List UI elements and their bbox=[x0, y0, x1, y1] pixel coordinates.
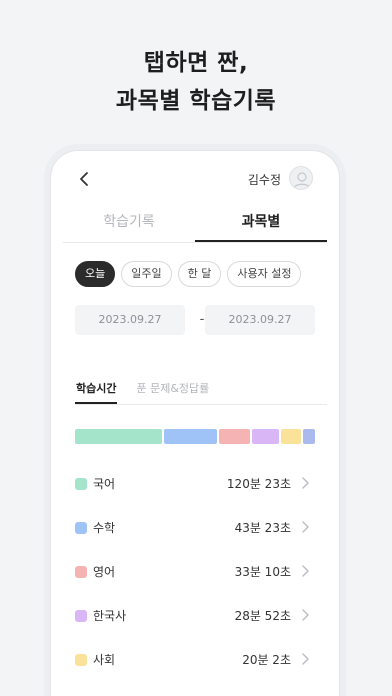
headline-line1: 탭하면 짠, bbox=[143, 50, 249, 76]
subject-row[interactable]: 사회 20분 2초 bbox=[75, 647, 315, 691]
chevron-right-icon bbox=[302, 521, 309, 533]
date-to-field[interactable]: 2023.09.27 bbox=[205, 305, 315, 335]
subject-time: 43분 23초 bbox=[234, 521, 291, 535]
subject-color-dot bbox=[75, 566, 87, 578]
top-bar: 김수정 bbox=[63, 159, 327, 199]
subject-color-dot bbox=[75, 610, 87, 622]
back-button[interactable] bbox=[75, 169, 95, 189]
avatar[interactable] bbox=[289, 166, 313, 190]
share-segment bbox=[280, 429, 302, 444]
subject-time: 28분 52초 bbox=[234, 609, 291, 623]
share-segment bbox=[219, 429, 250, 444]
subject-name: 국어 bbox=[93, 477, 116, 491]
subject-name: 사회 bbox=[93, 653, 116, 667]
subject-row[interactable]: 영어 33분 10초 bbox=[75, 559, 315, 603]
date-range: 2023.09.27 - 2023.09.27 bbox=[75, 305, 315, 335]
subject-time: 33분 10초 bbox=[234, 565, 291, 579]
user-name: 김수정 bbox=[247, 173, 281, 187]
headline: 탭하면 짠, 과목별 학습기록 bbox=[0, 44, 392, 120]
chevron-right-icon bbox=[302, 653, 309, 665]
subtab-study-time[interactable]: 학습시간 bbox=[75, 379, 118, 404]
subject-time: 20분 2초 bbox=[242, 653, 291, 667]
share-segment bbox=[303, 429, 316, 444]
tab-study-log[interactable]: 학습기록 bbox=[63, 207, 195, 242]
subject-row[interactable]: 한국사 28분 52초 bbox=[75, 603, 315, 647]
period-chips: 오늘 일주일 한 달 사용자 설정 bbox=[75, 261, 302, 287]
share-segment bbox=[164, 429, 218, 444]
subtab-solved-accuracy[interactable]: 푼 문제&정답률 bbox=[135, 379, 210, 404]
subject-name: 영어 bbox=[93, 565, 116, 579]
headline-line2: 과목별 학습기록 bbox=[115, 88, 277, 114]
share-segment bbox=[251, 429, 279, 444]
chip-week[interactable]: 일주일 bbox=[121, 261, 172, 287]
chevron-right-icon bbox=[302, 477, 309, 489]
subject-color-dot bbox=[75, 654, 87, 666]
sub-tabs: 학습시간 푼 문제&정답률 bbox=[75, 379, 327, 405]
main-tabs: 학습기록 과목별 bbox=[63, 207, 327, 243]
tab-by-subject[interactable]: 과목별 bbox=[195, 207, 327, 242]
subject-name: 수학 bbox=[93, 521, 116, 535]
chip-custom[interactable]: 사용자 설정 bbox=[227, 261, 302, 287]
study-time-share-bar bbox=[75, 429, 316, 444]
user-icon bbox=[293, 172, 311, 189]
chevron-right-icon bbox=[302, 565, 309, 577]
share-segment bbox=[75, 429, 163, 444]
chevron-left-icon bbox=[80, 172, 88, 186]
subject-color-dot bbox=[75, 522, 87, 534]
subject-list: 국어 120분 23초수학 43분 23초영어 33분 10초한국사 28분 52초사회… bbox=[75, 471, 315, 691]
chip-month[interactable]: 한 달 bbox=[177, 261, 222, 287]
chip-today[interactable]: 오늘 bbox=[75, 261, 116, 287]
chevron-right-icon bbox=[302, 609, 309, 621]
phone-frame: 김수정 학습기록 과목별 오늘 일주일 한 달 사용자 설정 2023.09.2… bbox=[50, 150, 340, 696]
date-from-field[interactable]: 2023.09.27 bbox=[75, 305, 185, 335]
subject-time: 120분 23초 bbox=[226, 477, 291, 491]
app-screen: 김수정 학습기록 과목별 오늘 일주일 한 달 사용자 설정 2023.09.2… bbox=[63, 159, 327, 696]
subject-row[interactable]: 수학 43분 23초 bbox=[75, 515, 315, 559]
subject-row[interactable]: 국어 120분 23초 bbox=[75, 471, 315, 515]
subject-color-dot bbox=[75, 478, 87, 490]
subject-name: 한국사 bbox=[93, 609, 127, 623]
